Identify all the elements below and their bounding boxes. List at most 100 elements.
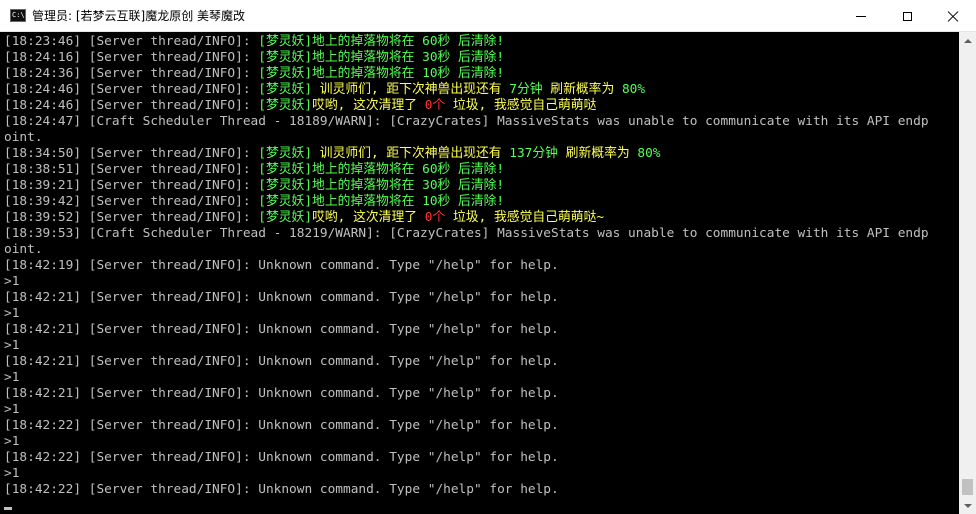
console-text: 垃圾, 我感觉自己萌萌哒	[452, 98, 597, 113]
console-text: >1	[4, 370, 20, 385]
console-text: 80%	[637, 146, 661, 161]
console-text: [18:42:21] [Server thread/INFO]: Unknown…	[4, 290, 559, 305]
title-bar[interactable]: C:\. 管理员: [若梦云互联]魔龙原创 美琴魔改	[0, 0, 976, 32]
maximize-button[interactable]	[884, 0, 930, 32]
console-text: [梦灵妖]地上的掉落物将在 10秒 后清除!	[258, 66, 505, 81]
console-text: [18:42:22] [Server thread/INFO]: Unknown…	[4, 450, 559, 465]
scroll-up-button[interactable]	[959, 32, 976, 49]
console-text: [18:38:51] [Server thread/INFO]:	[4, 162, 259, 177]
console-line: [18:24:36] [Server thread/INFO]: [梦灵妖]地上…	[4, 66, 504, 82]
command-prompt-icon: C:\.	[10, 9, 26, 22]
console-text: [梦灵妖]地上的掉落物将在 60秒 后清除!	[258, 162, 505, 177]
console-text: oint.	[4, 130, 43, 145]
console-line: [18:42:22] [Server thread/INFO]: Unknown…	[4, 482, 559, 498]
console-line: >1	[4, 338, 19, 354]
console-text: [梦灵妖]	[258, 146, 320, 161]
console-line: [18:42:19] [Server thread/INFO]: Unknown…	[4, 258, 559, 274]
console-text: [18:39:42] [Server thread/INFO]:	[4, 194, 259, 209]
chevron-up-icon	[963, 38, 972, 43]
console-line: [18:39:52] [Server thread/INFO]: [梦灵妖]哎哟…	[4, 210, 604, 226]
console-line: >1	[4, 434, 19, 450]
console-line: [18:34:50] [Server thread/INFO]: [梦灵妖] 训…	[4, 146, 661, 162]
console-text: [18:23:46] [Server thread/INFO]:	[4, 34, 259, 49]
scrollbar-thumb[interactable]	[962, 479, 973, 495]
console-text: 137分钟	[509, 146, 566, 161]
console-text: [18:42:21] [Server thread/INFO]: Unknown…	[4, 386, 559, 401]
console-text: [18:24:36] [Server thread/INFO]:	[4, 66, 259, 81]
console-text: [梦灵妖]	[258, 210, 313, 225]
console-text: [18:39:21] [Server thread/INFO]:	[4, 178, 259, 193]
vertical-scrollbar[interactable]	[959, 32, 976, 514]
console-line: [18:42:22] [Server thread/INFO]: Unknown…	[4, 418, 559, 434]
console-line: >1	[4, 370, 19, 386]
console-line: >1	[4, 306, 19, 322]
console-line: [18:24:47] [Craft Scheduler Thread - 181…	[4, 114, 929, 130]
console-output[interactable]: [18:23:46] [Server thread/INFO]: [梦灵妖]地上…	[0, 32, 959, 514]
console-text: [梦灵妖]地上的掉落物将在 30秒 后清除!	[258, 50, 505, 65]
console-line: [18:24:46] [Server thread/INFO]: [梦灵妖]哎哟…	[4, 98, 596, 114]
console-line: oint.	[4, 242, 43, 258]
console-text: [梦灵妖]地上的掉落物将在 30秒 后清除!	[258, 178, 505, 193]
console-text: >1	[4, 402, 20, 417]
maximize-icon	[902, 11, 912, 21]
console-text: [梦灵妖]	[258, 98, 313, 113]
console-text: [18:24:16] [Server thread/INFO]:	[4, 50, 259, 65]
console-line: [18:24:16] [Server thread/INFO]: [梦灵妖]地上…	[4, 50, 504, 66]
console-text: 刷新概率为	[565, 146, 638, 161]
close-button[interactable]	[930, 0, 976, 32]
console-text: [18:34:50] [Server thread/INFO]:	[4, 146, 259, 161]
console-text: 80%	[621, 82, 646, 97]
console-line: [18:39:53] [Craft Scheduler Thread - 182…	[4, 226, 929, 242]
scroll-down-button[interactable]	[959, 497, 976, 514]
close-icon	[948, 11, 958, 21]
console-line: [18:42:21] [Server thread/INFO]: Unknown…	[4, 386, 559, 402]
minimize-button[interactable]	[838, 0, 884, 32]
minimize-icon	[856, 15, 866, 17]
console-text: [18:24:46] [Server thread/INFO]:	[4, 98, 259, 113]
text-cursor	[4, 507, 12, 510]
console-text: 训灵师们, 距下次神兽出现还有	[319, 146, 510, 161]
console-text: >1	[4, 306, 20, 321]
console-line: [18:39:21] [Server thread/INFO]: [梦灵妖]地上…	[4, 178, 504, 194]
console-text: [18:42:19] [Server thread/INFO]: Unknown…	[4, 258, 559, 273]
console-text: [18:39:52] [Server thread/INFO]:	[4, 210, 259, 225]
console-text: >1	[4, 338, 20, 353]
console-line: [18:42:21] [Server thread/INFO]: Unknown…	[4, 322, 559, 338]
console-text: 训灵师们, 距下次神兽出现还有	[319, 82, 510, 97]
console-line: oint.	[4, 130, 43, 146]
console-text: [18:42:21] [Server thread/INFO]: Unknown…	[4, 354, 559, 369]
console-text: [梦灵妖]地上的掉落物将在 10秒 后清除!	[258, 194, 505, 209]
console-text: [18:24:46] [Server thread/INFO]:	[4, 82, 259, 97]
chevron-down-icon	[963, 503, 972, 508]
console-text: 0个	[424, 98, 453, 113]
console-line: [18:39:42] [Server thread/INFO]: [梦灵妖]地上…	[4, 194, 504, 210]
console-text: >1	[4, 466, 20, 481]
console-line: >1	[4, 466, 19, 482]
console-line: [18:38:51] [Server thread/INFO]: [梦灵妖]地上…	[4, 162, 504, 178]
console-text: oint.	[4, 242, 43, 257]
console-line: [18:42:21] [Server thread/INFO]: Unknown…	[4, 290, 559, 306]
console-line: [18:23:46] [Server thread/INFO]: [梦灵妖]地上…	[4, 34, 504, 50]
console-text: [18:42:22] [Server thread/INFO]: Unknown…	[4, 482, 559, 497]
console-text: [18:39:53] [Craft Scheduler Thread - 182…	[4, 226, 929, 241]
console-text: 哎哟, 这次清理了	[312, 98, 425, 113]
console-text: 刷新概率为	[550, 82, 622, 97]
console-text: >1	[4, 274, 20, 289]
console-line: [18:24:46] [Server thread/INFO]: [梦灵妖] 训…	[4, 82, 645, 98]
console-text: 哎哟, 这次清理了	[312, 210, 425, 225]
console-window: C:\. 管理员: [若梦云互联]魔龙原创 美琴魔改 [18:23:46] [S…	[0, 0, 976, 514]
console-line: [18:42:22] [Server thread/INFO]: Unknown…	[4, 450, 559, 466]
console-text: 7分钟	[509, 82, 551, 97]
console-text: 垃圾, 我感觉自己萌萌哒~	[452, 210, 605, 225]
console-text: >1	[4, 434, 20, 449]
console-line: >1	[4, 274, 19, 290]
console-text: [18:42:21] [Server thread/INFO]: Unknown…	[4, 322, 559, 337]
console-line: [18:42:21] [Server thread/INFO]: Unknown…	[4, 354, 559, 370]
console-text: [梦灵妖]地上的掉落物将在 60秒 后清除!	[258, 34, 505, 49]
console-line: >1	[4, 402, 19, 418]
console-text: [梦灵妖]	[258, 82, 320, 97]
console-text: [18:42:22] [Server thread/INFO]: Unknown…	[4, 418, 559, 433]
console-text: [18:24:47] [Craft Scheduler Thread - 181…	[4, 114, 929, 129]
window-title: 管理员: [若梦云互联]魔龙原创 美琴魔改	[32, 9, 246, 23]
console-text: 0个	[424, 210, 453, 225]
